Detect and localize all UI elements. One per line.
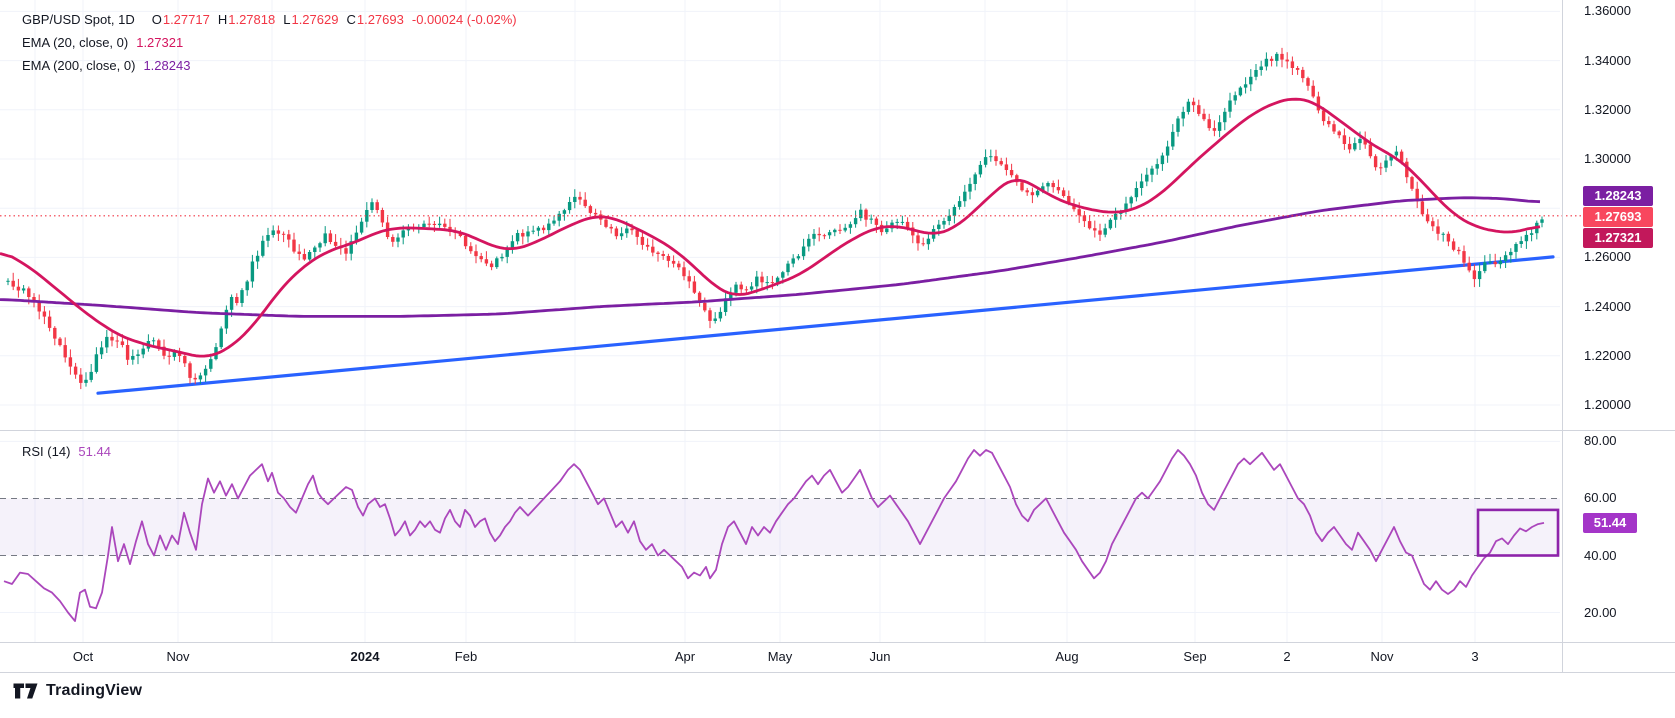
time-tick-label: 2024 (350, 649, 380, 664)
trendline (96, 255, 1555, 395)
close-value: 1.27693 (356, 12, 404, 27)
low-label: L (283, 12, 291, 27)
ema20-legend-row: EMA (20, close, 0) 1.27321 (22, 35, 517, 52)
tradingview-brand-text: TradingView (46, 682, 143, 699)
rsi-tick-label: 60.00 (1584, 490, 1617, 506)
ema20-label[interactable]: EMA (20, close, 0) (22, 35, 128, 50)
high-value: 1.27818 (228, 12, 276, 27)
price-tick-label: 1.20000 (1584, 397, 1631, 412)
price-tick-label: 1.22000 (1584, 347, 1631, 363)
price-badge: 1.28243 (1583, 186, 1653, 206)
price-tick-label: 1.36000 (1584, 3, 1631, 19)
tradingview-logo-icon (13, 683, 38, 699)
open-value: 1.27717 (162, 12, 210, 27)
ema200-label[interactable]: EMA (200, close, 0) (22, 58, 135, 73)
chart-window: GBP/USD Spot, 1D O1.27717 H1.27818 L1.27629… (0, 0, 1675, 718)
ema200-value: 1.28243 (143, 58, 191, 73)
time-tick-label: Nov (166, 649, 190, 664)
rsi-legend: RSI (14) 51.44 (22, 444, 111, 459)
time-tick-label: Sep (1183, 649, 1207, 664)
change-value: -0.00024 (-0.02%) (411, 12, 517, 27)
rsi-value: 51.44 (78, 444, 111, 459)
rsi-tick-label: 80.00 (1584, 433, 1617, 449)
price-tick-label: 1.30000 (1584, 151, 1631, 166)
ema20-line (0, 97, 1541, 358)
rsi-badge: 51.44 (1583, 512, 1637, 533)
chart-legend: GBP/USD Spot, 1D O1.27717 H1.27818 L1.27629… (22, 12, 517, 81)
price-tick-label: 1.24000 (1584, 298, 1631, 314)
rsi-band-fill (0, 498, 1560, 556)
symbol-title[interactable]: GBP/USD Spot, 1D (22, 12, 135, 27)
low-value: 1.27629 (291, 12, 339, 27)
time-tick-label: 3 (1471, 649, 1479, 664)
rsi-label[interactable]: RSI (14) (22, 444, 70, 459)
high-label: H (217, 12, 228, 27)
chart-canvas[interactable] (0, 0, 1675, 718)
time-tick-label: Jun (869, 649, 891, 664)
ema200-legend-row: EMA (200, close, 0) 1.28243 (22, 58, 517, 75)
time-tick-label: 2 (1283, 649, 1291, 664)
price-tick-label: 1.32000 (1584, 101, 1631, 117)
price-badge: 1.27321 (1583, 228, 1653, 248)
close-label: C (346, 12, 356, 27)
time-tick-label: Aug (1055, 649, 1079, 664)
price-tick-label: 1.34000 (1584, 52, 1631, 68)
time-tick-label: Apr (674, 649, 696, 664)
ema20-value: 1.27321 (136, 35, 184, 50)
candlestick-series (6, 47, 1544, 390)
tradingview-brand[interactable]: TradingView (12, 680, 142, 702)
time-tick-label: Nov (1370, 649, 1394, 664)
rsi-tick-label: 20.00 (1584, 604, 1617, 620)
open-label: O (151, 12, 162, 27)
price-badge: 1.27693 (1583, 207, 1653, 227)
price-tick-label: 1.26000 (1584, 249, 1631, 265)
time-tick-label: Feb (454, 649, 478, 664)
rsi-tick-label: 40.00 (1584, 547, 1617, 563)
time-tick-label: May (767, 649, 793, 664)
symbol-legend-row: GBP/USD Spot, 1D O1.27717 H1.27818 L1.27629… (22, 12, 517, 29)
time-tick-label: Oct (72, 649, 94, 664)
